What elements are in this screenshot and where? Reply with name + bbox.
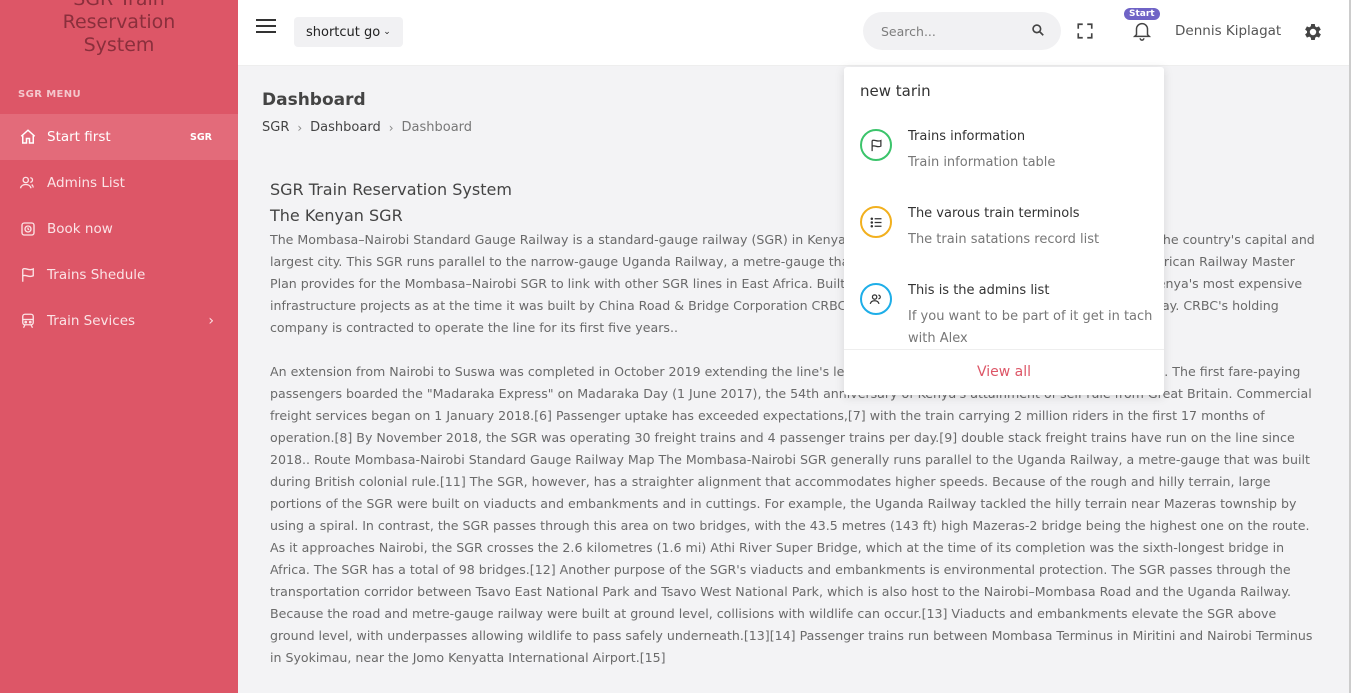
main-content: Dashboard SGR › Dashboard › Dashboard SG…	[238, 66, 1351, 693]
sgr-badge: SGR	[190, 131, 212, 143]
sidebar-item-label: Start first	[47, 129, 111, 145]
chevron-right-icon: ›	[297, 120, 303, 135]
brand-line-3: System	[83, 34, 155, 56]
notification-badge: Start	[1124, 8, 1160, 20]
shortcut-dropdown[interactable]: shortcut go ⌄	[294, 17, 403, 47]
user-name[interactable]: Dennis Kiplagat	[1175, 23, 1281, 39]
menu-title: SGR MENU	[18, 89, 82, 100]
sidebar-item-train-sevices[interactable]: Train Sevices ›	[0, 298, 238, 344]
chevron-right-icon: ›	[388, 120, 394, 135]
notification-title: The varous train terminols	[908, 206, 1080, 221]
topbar: shortcut go ⌄ Start Dennis Kiplagat	[238, 0, 1351, 66]
chevron-right-icon: ›	[208, 313, 214, 329]
brand-line-2: Reservation	[62, 11, 176, 33]
search-input[interactable]	[881, 23, 1021, 39]
alarm-clock-icon	[18, 219, 38, 239]
sidebar-item-label: Trains Shedule	[47, 267, 146, 283]
notification-subtitle: Train information table	[908, 155, 1056, 170]
shortcut-label: shortcut go	[306, 24, 381, 40]
notification-subtitle: If you want to be part of it get in tach…	[908, 309, 1153, 346]
breadcrumb-item[interactable]: Dashboard	[310, 120, 381, 135]
flag-icon	[18, 265, 38, 285]
sidebar-item-trains-shedule[interactable]: Trains Shedule	[0, 252, 238, 298]
notification-subtitle: The train satations record list	[908, 232, 1100, 247]
sidebar-item-label: Book now	[47, 221, 113, 237]
brand-logo[interactable]: SGR Train Reservation System	[0, 0, 238, 57]
breadcrumb-current: Dashboard	[401, 120, 473, 135]
sidebar-item-label: Admins List	[47, 175, 125, 191]
view-all-link[interactable]: View all	[844, 349, 1164, 395]
breadcrumb: SGR › Dashboard › Dashboard	[262, 120, 472, 135]
notification-item[interactable]: The varous train terminols The train sat…	[860, 206, 1156, 251]
search-icon[interactable]	[1031, 22, 1045, 41]
dropdown-title: new tarin	[860, 82, 931, 100]
users-icon	[860, 283, 892, 315]
search-box	[863, 12, 1061, 50]
page-title: Dashboard	[262, 90, 366, 110]
brand-line-1: SGR Train	[0, 0, 238, 11]
gear-icon[interactable]	[1302, 21, 1324, 43]
notification-title: This is the admins list	[908, 283, 1050, 298]
list-icon	[860, 206, 892, 238]
bell-icon[interactable]	[1131, 19, 1153, 41]
sidebar-item-book-now[interactable]: Book now	[0, 206, 238, 252]
sidebar-item-start-first[interactable]: Start first SGR	[0, 114, 238, 160]
breadcrumb-item[interactable]: SGR	[262, 120, 289, 135]
sidebar-item-admins-list[interactable]: Admins List	[0, 160, 238, 206]
notification-title: Trains information	[908, 129, 1026, 144]
notifications-dropdown: new tarin Trains information Train infor…	[844, 67, 1164, 395]
home-icon	[18, 127, 38, 147]
sidebar: SGR Train Reservation System SGR MENU St…	[0, 0, 238, 693]
users-icon	[18, 173, 38, 193]
chevron-down-icon: ⌄	[383, 27, 391, 37]
fullscreen-icon[interactable]	[1076, 22, 1094, 40]
train-icon	[18, 311, 38, 331]
notification-item[interactable]: Trains information Train information tab…	[860, 129, 1156, 174]
article-paragraph: An extension from Nairobi to Suswa was c…	[270, 364, 1313, 665]
hamburger-menu-icon[interactable]	[256, 19, 276, 35]
flag-icon	[860, 129, 892, 161]
sidebar-item-label: Train Sevices	[47, 313, 136, 329]
sidebar-menu: Start first SGR Admins List Book now Tra…	[0, 114, 238, 344]
notification-item[interactable]: This is the admins list If you want to b…	[860, 283, 1156, 350]
